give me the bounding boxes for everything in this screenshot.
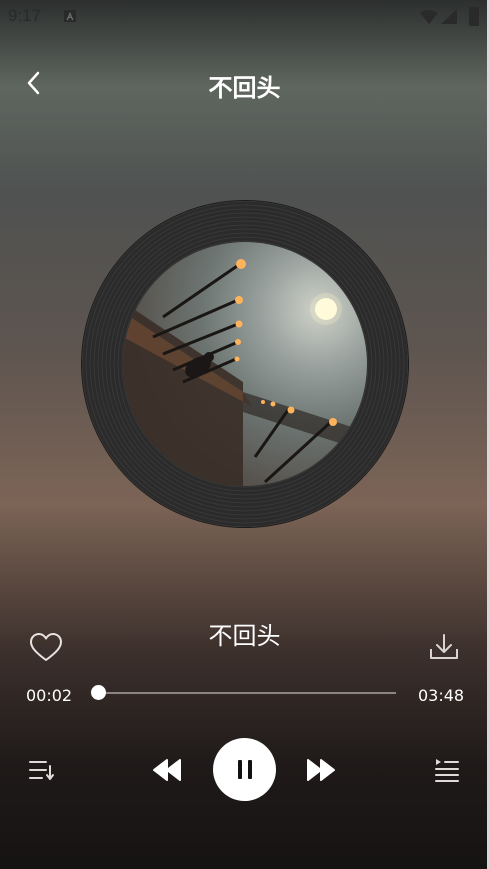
fast-forward-icon — [307, 759, 335, 781]
rewind-icon — [153, 759, 181, 781]
notification-icon — [64, 10, 76, 22]
battery-icon — [469, 7, 479, 26]
play-order-button[interactable] — [28, 758, 56, 782]
signal-icon — [441, 9, 457, 28]
playlist-icon — [435, 759, 459, 782]
download-button[interactable] — [428, 632, 460, 662]
progress-thumb[interactable] — [91, 685, 106, 700]
page-title: 不回头 — [208, 74, 281, 102]
like-button[interactable] — [29, 632, 63, 664]
next-button[interactable] — [305, 757, 337, 783]
album-cover — [123, 242, 367, 486]
status-time: 9:17 — [8, 6, 42, 25]
pause-icon — [238, 760, 252, 779]
download-icon — [430, 634, 458, 659]
play-pause-button[interactable] — [213, 738, 276, 801]
vinyl-disc — [82, 201, 408, 527]
wifi-icon — [420, 9, 438, 28]
song-title: 不回头 — [208, 622, 281, 650]
sort-list-icon — [29, 761, 54, 780]
progress-track[interactable] — [95, 692, 396, 694]
total-time: 03:48 — [418, 686, 465, 705]
status-bar: 9:17 — [0, 0, 487, 34]
heart-icon — [30, 633, 62, 661]
playlist-button[interactable] — [434, 758, 460, 782]
previous-button[interactable] — [151, 757, 183, 783]
current-time: 00:02 — [26, 686, 73, 705]
